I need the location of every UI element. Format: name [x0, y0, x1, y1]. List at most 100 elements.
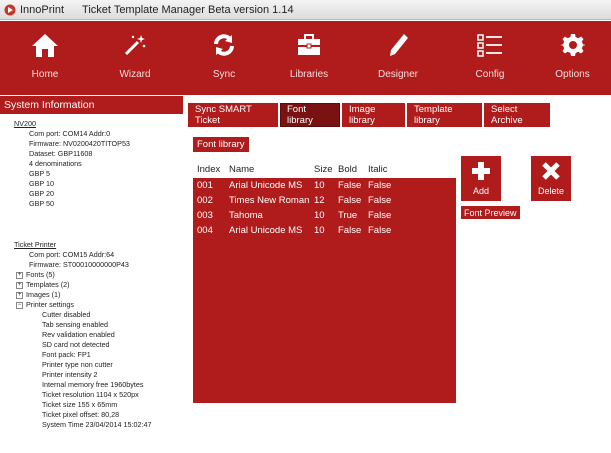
cell-bold: False [338, 195, 362, 206]
pencil-icon [386, 21, 410, 69]
cell-size: 10 [314, 225, 325, 236]
gear-icon [560, 21, 585, 69]
checklist-icon [476, 21, 504, 69]
tab-template-library[interactable]: Template library [407, 103, 482, 127]
add-label: Add [472, 186, 489, 196]
font-library-table: Index Name Size Bold Italic 001 Arial Un… [193, 161, 456, 403]
plus-icon [470, 156, 492, 186]
cell-size: 10 [314, 210, 325, 221]
toolbar-config-button[interactable]: Config [446, 21, 534, 95]
printer-setting-line: Tab sensing enabled [42, 320, 108, 329]
expand-icon[interactable]: + [16, 271, 23, 279]
column-header[interactable]: Italic [364, 164, 404, 175]
system-information-panel: System Information NV200 Com port: COM14… [0, 96, 183, 453]
column-header[interactable]: Name [225, 164, 310, 175]
table-header: Index Name Size Bold Italic [193, 161, 456, 178]
nv200-info-line: GBP 20 [29, 189, 55, 198]
add-font-button[interactable]: Add [461, 156, 501, 201]
cell-index: 003 [197, 210, 213, 221]
cell-index: 004 [197, 225, 213, 236]
printer-setting-line: Printer type non cutter [42, 360, 113, 369]
printer-setting-line: Ticket pixel offset: 80,28 [42, 410, 120, 419]
toolbar-label: Libraries [289, 69, 329, 80]
nv200-section-title[interactable]: NV200 [14, 119, 183, 129]
nv200-info-line: GBP 10 [29, 179, 55, 188]
printer-setting-line: Ticket size 155 x 65mm [42, 400, 118, 409]
font-preview-label[interactable]: Font Preview [461, 206, 520, 219]
font-library-label: Font library [193, 137, 249, 152]
system-info-tree: NV200 Com port: COM14 Addr:0 Firmware: N… [0, 114, 183, 430]
toolbar-wizard-button[interactable]: Wizard [90, 21, 180, 95]
expand-icon[interactable]: + [16, 281, 23, 289]
cell-italic: False [368, 180, 392, 191]
cell-size: 10 [314, 180, 325, 191]
printer-setting-line: Printer intensity 2 [42, 370, 98, 379]
delete-font-button[interactable]: Delete [531, 156, 571, 201]
magic-wand-icon [122, 21, 148, 69]
table-row[interactable]: 001 Arial Unicode MS 10 False False [193, 178, 456, 193]
toolbar-designer-button[interactable]: Designer [350, 21, 446, 95]
toolbar-sync-button[interactable]: Sync [180, 21, 268, 95]
library-tabs: Sync SMART Ticket Font library Image lib… [188, 103, 550, 127]
toolbar-label: Home [31, 69, 59, 80]
ticket-printer-section-title[interactable]: Ticket Printer [14, 240, 183, 250]
app-logo-icon [4, 4, 16, 16]
window-title: Ticket Template Manager Beta version 1.1… [82, 3, 294, 16]
cell-index: 002 [197, 195, 213, 206]
sync-icon [211, 21, 237, 69]
printer-setting-line: Internal memory free 1960bytes [42, 380, 144, 389]
system-information-header: System Information [0, 96, 183, 114]
table-row[interactable]: 004 Arial Unicode MS 10 False False [193, 223, 456, 238]
app-name: InnoPrint [20, 3, 65, 16]
nv200-info-line: 4 denominations [29, 159, 82, 168]
printer-setting-line: Ticket resolution 1104 x 520px [42, 390, 139, 399]
toolbar-label: Config [475, 69, 505, 80]
printer-setting-line: Rev validation enabled [42, 330, 115, 339]
tab-select-archive[interactable]: Select Archive [484, 103, 550, 127]
cell-name: Tahoma [229, 210, 263, 221]
delete-label: Delete [537, 186, 564, 196]
toolbar-options-button[interactable]: Options [534, 21, 611, 95]
main-toolbar: Home Wizard Sync Libraries Designer Conf… [0, 21, 611, 95]
printer-setting-line: Font pack: FP1 [42, 350, 91, 359]
cell-name: Arial Unicode MS [229, 225, 303, 236]
cell-bold: True [338, 210, 358, 221]
cell-name: Times New Roman [229, 195, 310, 206]
cell-italic: False [368, 225, 392, 236]
printer-setting-line: Cutter disabled [42, 310, 91, 319]
templates-tree-node[interactable]: + Templates (2) [16, 280, 183, 290]
tab-sync-smart-ticket[interactable]: Sync SMART Ticket [188, 103, 278, 127]
cell-italic: False [368, 195, 392, 206]
title-bar: InnoPrint Ticket Template Manager Beta v… [0, 0, 611, 20]
nv200-info-line: Firmware: NV0200420TITOP53 [29, 139, 130, 148]
cell-index: 001 [197, 180, 213, 191]
printer-setting-line: System Time 23/04/2014 15:02:47 [42, 420, 152, 429]
cell-italic: False [368, 210, 392, 221]
printer-info-line: Firmware: ST00010000000P43 [29, 260, 129, 269]
tab-image-library[interactable]: Image library [342, 103, 405, 127]
printer-settings-tree-node[interactable]: − Printer settings [16, 300, 183, 310]
close-icon [541, 156, 561, 186]
column-header[interactable]: Index [193, 164, 225, 175]
toolbar-libraries-button[interactable]: Libraries [268, 21, 350, 95]
toolbar-home-button[interactable]: Home [0, 21, 90, 95]
expand-icon[interactable]: + [16, 291, 23, 299]
nv200-info-line: GBP 5 [29, 169, 51, 178]
collapse-icon[interactable]: − [16, 301, 23, 309]
column-header[interactable]: Size [310, 164, 334, 175]
home-icon [31, 21, 59, 69]
briefcase-icon [296, 21, 322, 69]
printer-info-line: Com port: COM15 Addr:64 [29, 250, 115, 259]
fonts-tree-node[interactable]: + Fonts (5) [16, 270, 183, 280]
cell-bold: False [338, 225, 362, 236]
images-tree-node[interactable]: + Images (1) [16, 290, 183, 300]
cell-name: Arial Unicode MS [229, 180, 303, 191]
cell-bold: False [338, 180, 362, 191]
app-window: InnoPrint Ticket Template Manager Beta v… [0, 0, 611, 453]
column-header[interactable]: Bold [334, 164, 364, 175]
tab-font-library[interactable]: Font library [280, 103, 340, 127]
table-row[interactable]: 002 Times New Roman 12 False False [193, 193, 456, 208]
table-row[interactable]: 003 Tahoma 10 True False [193, 208, 456, 223]
nv200-info-line: Com port: COM14 Addr:0 [29, 129, 111, 138]
nv200-info-line: GBP 50 [29, 199, 55, 208]
